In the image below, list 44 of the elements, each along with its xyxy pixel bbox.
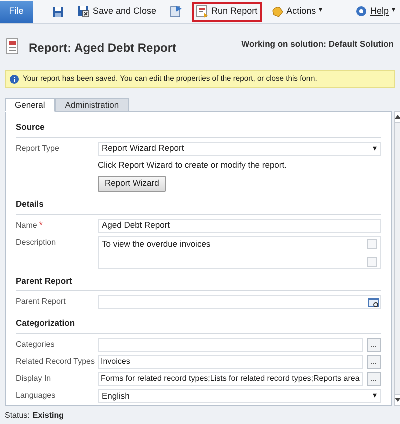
dropdown-field[interactable]: Report Wizard Report ▾: [98, 142, 381, 156]
field-label: Parent Report: [16, 296, 66, 308]
scroll-up-button[interactable]: [394, 112, 400, 123]
field-label: Description: [16, 236, 56, 248]
form-title: Report: Aged Debt Report: [29, 40, 177, 57]
input-field[interactable]: Aged Debt Report: [98, 218, 381, 232]
status-value: Existing: [32, 410, 64, 422]
scroll-down-button[interactable]: [394, 394, 400, 405]
section-heading: Categorization: [16, 317, 381, 334]
lookup-icon: [368, 296, 379, 308]
down-arrow-icon: [394, 398, 400, 402]
scrollbar[interactable]: [394, 111, 400, 406]
help-icon: [356, 6, 368, 17]
lookup-field[interactable]: [98, 295, 381, 310]
up-arrow-icon: [394, 115, 400, 119]
instruction-text: Click Report Wizard to create or modify the report.: [98, 159, 287, 172]
file-button[interactable]: File: [0, 0, 33, 22]
input-field[interactable]: Forms for related record types;Lists for related record types;Reports area: [98, 372, 363, 386]
field-label: Name: [16, 220, 38, 232]
section-heading: Source: [16, 121, 381, 138]
status-label: Status:: [5, 410, 30, 422]
input-field[interactable]: [98, 338, 363, 352]
scroll-box: [366, 238, 377, 248]
required-mark: *: [39, 218, 43, 232]
save-icon: [52, 6, 64, 18]
input-field[interactable]: Invoices: [98, 355, 363, 369]
form-tab[interactable]: Administration: [55, 98, 130, 112]
field-label: Report Type: [16, 142, 60, 155]
section-heading: Parent Report: [16, 274, 381, 292]
field-label: Related Record Types: [16, 356, 96, 368]
form-tab[interactable]: General: [5, 98, 56, 112]
report-icon: [196, 5, 209, 18]
field-label: Display In: [16, 373, 52, 385]
solution-label: Working on solution: Default Solution: [242, 38, 394, 51]
save-and-close-button[interactable]: Save and Close: [73, 2, 161, 22]
run-report-button[interactable]: Run Report: [192, 2, 262, 22]
report-wizard-button[interactable]: Report Wizard: [98, 176, 166, 192]
section-heading: Details: [16, 198, 381, 214]
dropdown-field[interactable]: English ▾: [98, 389, 381, 403]
info-icon: [10, 74, 19, 84]
field-label: Languages: [16, 390, 56, 402]
report-icon: [6, 38, 19, 55]
field-label: Categories: [16, 339, 55, 351]
save-close-icon: [77, 5, 90, 18]
